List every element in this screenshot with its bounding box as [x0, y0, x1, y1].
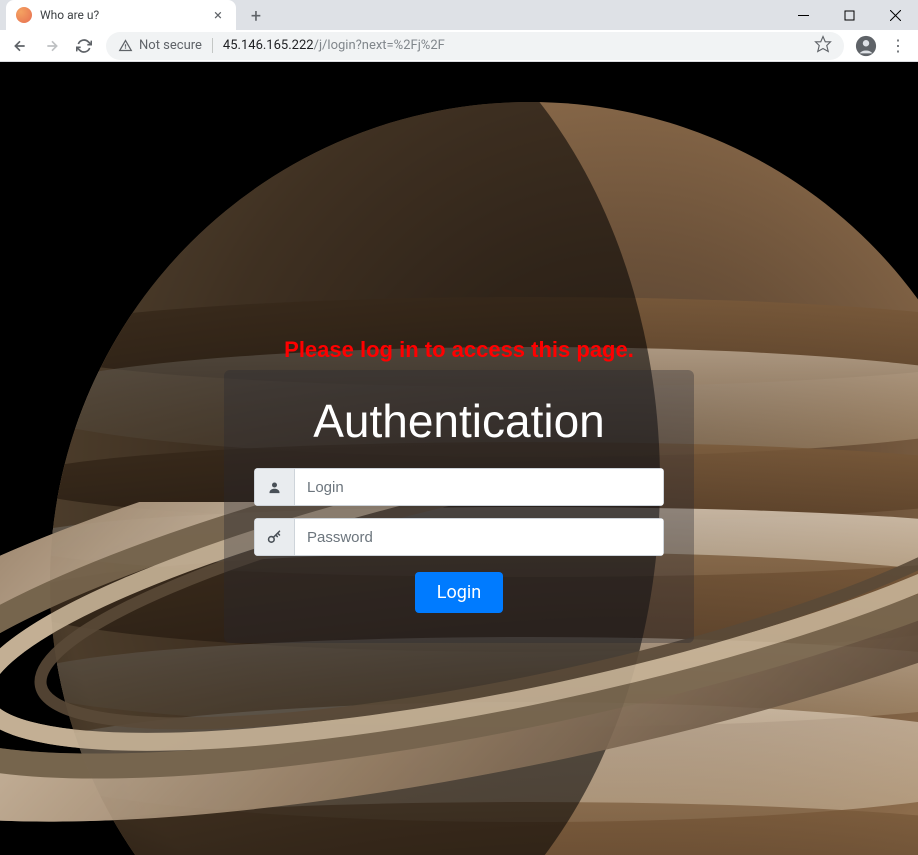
password-input[interactable] [294, 518, 664, 556]
tab-close-button[interactable]: × [210, 7, 226, 23]
auth-panel: Authentication Login [224, 370, 694, 643]
url-path: /j/login?next=%2Fj%2F [314, 38, 445, 53]
login-input-group [254, 468, 664, 506]
address-bar: Not secure 45.146.165.222 /j/login?next=… [0, 30, 918, 62]
alert-message: Please log in to access this page. [284, 337, 634, 363]
page-content: Please log in to access this page. Authe… [0, 62, 918, 855]
nav-back-button[interactable] [6, 32, 34, 60]
profile-button[interactable] [852, 32, 880, 60]
nav-forward-button[interactable] [38, 32, 66, 60]
tab-title: Who are u? [40, 8, 210, 22]
warning-triangle-icon [118, 38, 133, 53]
key-icon [254, 518, 294, 556]
auth-title: Authentication [313, 394, 605, 448]
login-button[interactable]: Login [415, 572, 503, 613]
browser-chrome: Who are u? × + Not secure 45.146.165.222… [0, 0, 918, 62]
login-input[interactable] [294, 468, 664, 506]
nav-reload-button[interactable] [70, 32, 98, 60]
new-tab-button[interactable]: + [242, 2, 270, 30]
window-maximize-button[interactable] [826, 0, 872, 30]
url-host: 45.146.165.222 [223, 38, 314, 53]
window-controls [780, 0, 918, 30]
tab-favicon-icon [16, 7, 32, 23]
browser-tab-active[interactable]: Who are u? × [6, 0, 236, 30]
not-secure-label: Not secure [139, 38, 202, 53]
url-input[interactable]: Not secure 45.146.165.222 /j/login?next=… [106, 32, 844, 60]
password-input-group [254, 518, 664, 556]
bookmark-star-icon[interactable] [814, 35, 832, 57]
browser-menu-button[interactable]: ⋮ [884, 32, 912, 60]
not-secure-badge[interactable]: Not secure [118, 38, 213, 53]
window-minimize-button[interactable] [780, 0, 826, 30]
user-icon [254, 468, 294, 506]
window-close-button[interactable] [872, 0, 918, 30]
